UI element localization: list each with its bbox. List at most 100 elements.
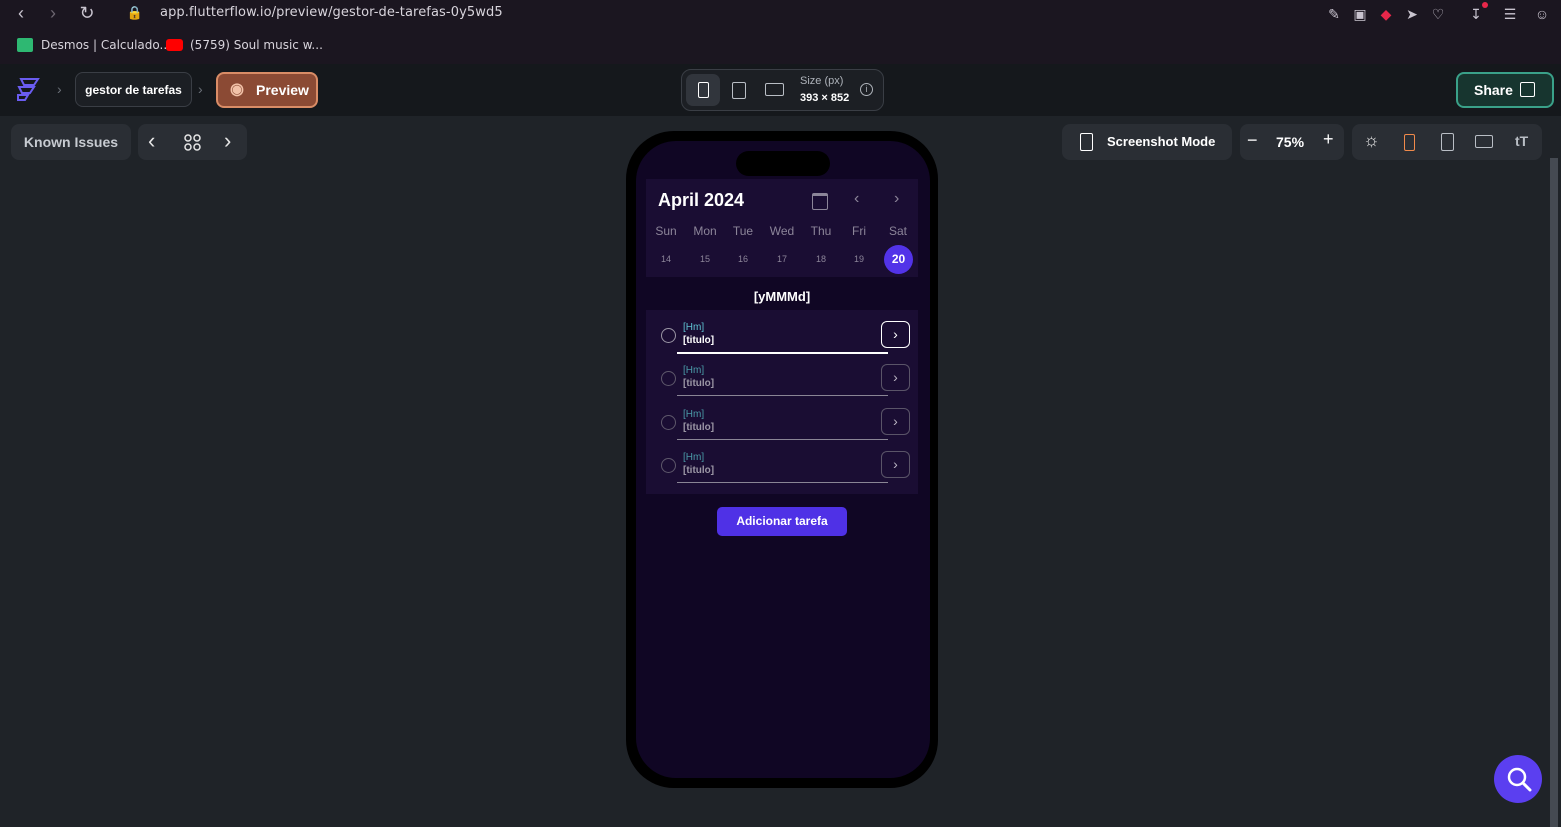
task-title: [titulo] (683, 465, 715, 476)
calendar-day[interactable]: 16 (725, 254, 761, 264)
search-icon (1507, 767, 1532, 792)
calendar-day[interactable]: 15 (687, 254, 723, 264)
task-open-button[interactable]: › (881, 321, 910, 348)
reload-icon[interactable]: ↻ (74, 0, 100, 26)
zoom-value: 75% (1276, 134, 1305, 150)
add-task-button[interactable]: Adicionar tarefa (717, 507, 847, 536)
task-checkbox[interactable] (661, 458, 676, 473)
task-time: [Hm] (683, 452, 705, 463)
share-label: Share (1474, 82, 1513, 98)
calendar-day-selected[interactable]: 20 (884, 245, 913, 274)
task-title: [titulo] (683, 335, 715, 346)
address-bar[interactable]: app.flutterflow.io/preview/gestor-de-tar… (160, 5, 503, 20)
task-divider (677, 395, 888, 396)
phone-icon (698, 82, 709, 98)
info-icon[interactable]: i (860, 83, 873, 96)
task-row[interactable]: [Hm] [titulo] › (646, 442, 918, 485)
screenshot-mode-button[interactable]: Screenshot Mode (1062, 124, 1232, 160)
search-fab[interactable] (1494, 755, 1542, 803)
phone-device-button[interactable] (686, 74, 720, 106)
sun-icon[interactable]: ☼ (1363, 130, 1380, 151)
chevron-left-icon[interactable]: ‹ (148, 128, 155, 154)
size-value[interactable]: 393 × 852 (800, 92, 849, 104)
calendar-day[interactable]: 14 (648, 254, 684, 264)
flutterflow-logo[interactable] (16, 76, 42, 107)
calendar-day[interactable]: 19 (841, 254, 877, 264)
weekday-label: Thu (810, 224, 832, 238)
shield-icon[interactable]: ◆ (1376, 4, 1396, 24)
weekday-label: Tue (732, 224, 754, 238)
share-button[interactable]: Share (1456, 72, 1554, 108)
tablet-device-button[interactable] (722, 74, 756, 106)
size-label: Size (px) (800, 75, 844, 87)
heart-icon[interactable]: ♡ (1428, 4, 1448, 24)
task-checkbox[interactable] (661, 371, 676, 386)
next-week-icon[interactable]: › (894, 190, 899, 208)
external-link-icon (1520, 82, 1535, 97)
device-switcher: Size (px) 393 × 852 i (681, 69, 884, 111)
menu-icon[interactable]: ☰ (1500, 4, 1520, 24)
calendar-day[interactable]: 17 (764, 254, 800, 264)
calendar-day[interactable]: 18 (803, 254, 839, 264)
calendar-icon[interactable] (812, 193, 828, 210)
tablet-icon (732, 82, 746, 99)
notification-dot (1482, 2, 1488, 8)
forward-icon[interactable]: › (40, 0, 66, 26)
task-time: [Hm] (683, 322, 705, 333)
youtube-icon (166, 39, 183, 51)
preview-label: Preview (256, 82, 309, 98)
preview-tools: ☼ tT (1352, 124, 1542, 160)
task-time: [Hm] (683, 365, 705, 376)
project-name-button[interactable]: gestor de tarefas (75, 72, 192, 107)
bookmark-desmos[interactable]: Desmos | Calculado... (41, 38, 171, 52)
weekday-label: Mon (693, 224, 717, 238)
back-icon[interactable]: ‹ (8, 0, 34, 26)
zoom-in-button[interactable]: + (1323, 129, 1334, 150)
preview-button[interactable]: ◉ Preview (216, 72, 318, 108)
eye-icon: ◉ (230, 81, 244, 98)
lock-icon: 🔒 (126, 5, 144, 20)
grid-icon[interactable] (183, 134, 203, 157)
device-frame-icon[interactable] (1441, 133, 1454, 151)
bookmark-youtube[interactable]: (5759) Soul music w... (190, 38, 323, 52)
task-row[interactable]: [Hm] [titulo] › (646, 355, 918, 398)
edit-icon[interactable]: ✎ (1324, 4, 1344, 24)
camera-icon[interactable]: ▣ (1350, 4, 1370, 24)
dynamic-island (736, 151, 830, 176)
zoom-control: − 75% + (1240, 124, 1344, 160)
task-divider (677, 352, 888, 354)
task-divider (677, 439, 888, 440)
task-divider (677, 482, 888, 483)
weekday-label: Sun (655, 224, 677, 238)
profile-icon[interactable]: ☺ (1532, 4, 1552, 24)
task-checkbox[interactable] (661, 415, 676, 430)
desmos-icon (17, 38, 33, 52)
weekday-label: Sat (888, 224, 907, 238)
desktop-device-button[interactable] (758, 74, 792, 106)
selected-date-label: [yMMMd] (753, 289, 811, 304)
known-issues-button[interactable]: Known Issues (11, 124, 131, 160)
task-row[interactable]: [Hm] [titulo] › (646, 312, 918, 355)
keyboard-icon[interactable] (1475, 135, 1493, 148)
task-checkbox[interactable] (661, 328, 676, 343)
screenshot-mode-label: Screenshot Mode (1107, 134, 1216, 149)
weekday-label: Fri (852, 224, 866, 238)
calendar-month-label: April 2024 (658, 190, 745, 210)
text-size-icon[interactable]: tT (1515, 133, 1528, 149)
task-title: [titulo] (683, 378, 715, 389)
task-open-button[interactable]: › (881, 451, 910, 478)
scrollbar[interactable] (1550, 158, 1558, 827)
task-time: [Hm] (683, 409, 705, 420)
chevron-right-icon[interactable]: › (224, 128, 231, 154)
portrait-phone-icon[interactable] (1404, 134, 1415, 151)
send-icon[interactable]: ➤ (1402, 4, 1422, 24)
task-open-button[interactable]: › (881, 408, 910, 435)
page-navigator: ‹ › (138, 124, 247, 160)
task-row[interactable]: [Hm] [titulo] › (646, 399, 918, 442)
screenshot-phone-icon (1080, 133, 1093, 151)
previous-week-icon[interactable]: ‹ (854, 190, 859, 208)
monitor-icon (765, 83, 784, 96)
task-open-button[interactable]: › (881, 364, 910, 391)
chevron-right-icon: › (198, 81, 203, 97)
zoom-out-button[interactable]: − (1247, 130, 1258, 151)
